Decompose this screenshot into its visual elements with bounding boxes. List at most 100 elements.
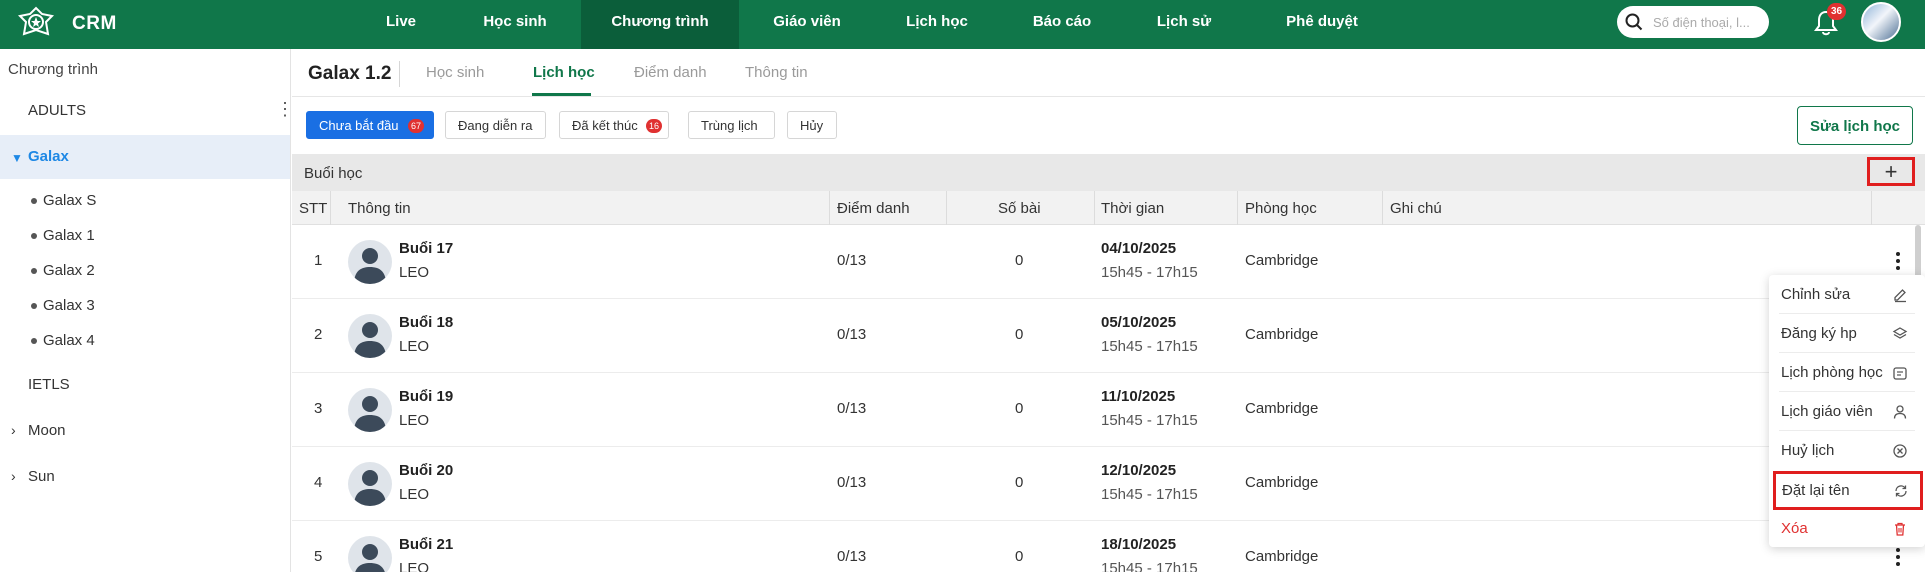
session-title[interactable]: Buổi 21 bbox=[399, 536, 453, 553]
table-row[interactable]: 5 Buổi 21 LEO 0/13 0 18/10/2025 15h45 - … bbox=[292, 521, 1925, 572]
pencil-icon bbox=[1894, 289, 1906, 303]
column-divider bbox=[829, 191, 830, 225]
edit-schedule-button[interactable]: Sửa lịch học bbox=[1797, 106, 1913, 145]
search-icon bbox=[1625, 13, 1643, 31]
column-header: Thời gian bbox=[1101, 200, 1165, 217]
session-title[interactable]: Buổi 18 bbox=[399, 314, 453, 331]
filter-finished[interactable]: Đã kết thúc 16 bbox=[559, 111, 669, 139]
class-title: Galax 1.2 bbox=[308, 63, 392, 84]
teacher-name: LEO bbox=[399, 338, 430, 355]
menu-item-teacher-schedule[interactable]: Lịch giáo viên bbox=[1769, 392, 1919, 431]
user-icon bbox=[1893, 405, 1907, 419]
sidebar-subitem-label: Galax 3 bbox=[43, 297, 95, 314]
menu-item-room-schedule[interactable]: Lịch phòng học bbox=[1769, 353, 1919, 392]
menu-item-edit[interactable]: Chỉnh sửa bbox=[1769, 275, 1919, 314]
table-row[interactable]: 4 Buổi 20 LEO 0/13 0 12/10/2025 15h45 - … bbox=[292, 447, 1925, 521]
tab-attendance[interactable]: Điểm danh bbox=[634, 64, 707, 81]
filter-in-progress[interactable]: Đang diễn ra bbox=[445, 111, 546, 139]
sidebar-item-adults[interactable]: ADULTS ⋮ bbox=[0, 89, 294, 133]
session-date: 05/10/2025 bbox=[1101, 314, 1177, 331]
filter-label: Chưa bắt đầu bbox=[319, 118, 399, 133]
row-more-icon[interactable] bbox=[1892, 251, 1904, 271]
sidebar-item-label: Moon bbox=[28, 422, 66, 439]
filter-not-started[interactable]: Chưa bắt đầu 67 bbox=[306, 111, 434, 139]
button-label: Sửa lịch học bbox=[1809, 118, 1901, 135]
menu-item-rename[interactable]: Đặt lại tên bbox=[1773, 471, 1923, 510]
session-time: 15h45 - 17h15 bbox=[1101, 412, 1198, 429]
sidebar-item-label: Galax bbox=[28, 148, 69, 165]
sidebar-subitem-label: Galax 1 bbox=[43, 227, 95, 244]
sidebar-item-moon[interactable]: › Moon bbox=[0, 409, 290, 453]
nav-approval[interactable]: Phê duyệt bbox=[1270, 0, 1374, 49]
session-time: 15h45 - 17h15 bbox=[1101, 560, 1198, 572]
session-title[interactable]: Buổi 17 bbox=[399, 240, 453, 257]
sessions-section-header: Buổi học + bbox=[292, 154, 1925, 191]
lesson-count: 0 bbox=[1015, 474, 1024, 491]
sidebar-item-galax[interactable]: ▼ Galax bbox=[0, 135, 290, 179]
attendance-value: 0/13 bbox=[837, 548, 867, 565]
row-index: 5 bbox=[314, 548, 323, 565]
chevron-down-icon: ▼ bbox=[11, 151, 23, 165]
bullet-icon bbox=[31, 268, 37, 274]
attendance-value: 0/13 bbox=[837, 474, 867, 491]
nav-live[interactable]: Live bbox=[365, 0, 437, 49]
teacher-avatar bbox=[348, 462, 392, 506]
search-input[interactable] bbox=[1653, 12, 1763, 32]
logo-icon[interactable] bbox=[16, 4, 56, 44]
sidebar-title: Chương trình bbox=[8, 61, 98, 78]
table-row[interactable]: 2 Buổi 18 LEO 0/13 0 05/10/2025 15h45 - … bbox=[292, 299, 1925, 373]
count-badge: 16 bbox=[646, 119, 663, 133]
teacher-avatar bbox=[348, 388, 392, 432]
menu-item-cancel-schedule[interactable]: Huỷ lịch bbox=[1769, 431, 1919, 470]
program-sidebar: Chương trình ADULTS ⋮ ▼ Galax Galax S Ga… bbox=[0, 49, 294, 572]
menu-item-label: Đăng ký hp bbox=[1781, 325, 1857, 342]
tab-students[interactable]: Học sinh bbox=[426, 64, 484, 81]
table-row[interactable]: 1 Buổi 17 LEO 0/13 0 04/10/2025 15h45 - … bbox=[292, 225, 1925, 299]
column-divider bbox=[946, 191, 947, 225]
session-date: 12/10/2025 bbox=[1101, 462, 1177, 479]
sidebar-subitem-label: Galax S bbox=[43, 192, 97, 209]
nav-schedule[interactable]: Lịch học bbox=[893, 0, 981, 49]
lesson-count: 0 bbox=[1015, 326, 1024, 343]
bullet-icon bbox=[31, 233, 37, 239]
session-date: 18/10/2025 bbox=[1101, 536, 1177, 553]
column-divider bbox=[1237, 191, 1238, 225]
add-session-button[interactable]: + bbox=[1867, 157, 1915, 186]
session-time: 15h45 - 17h15 bbox=[1101, 338, 1198, 355]
calendar-list-icon bbox=[1893, 367, 1907, 380]
menu-item-label: Đặt lại tên bbox=[1782, 482, 1850, 499]
attendance-value: 0/13 bbox=[837, 326, 867, 343]
tab-schedule[interactable]: Lịch học bbox=[533, 64, 595, 81]
room-name: Cambridge bbox=[1245, 252, 1319, 269]
nav-reports[interactable]: Báo cáo bbox=[1022, 0, 1102, 49]
nav-teachers[interactable]: Giáo viên bbox=[760, 0, 854, 49]
table-row[interactable]: 3 Buổi 19 LEO 0/13 0 11/10/2025 15h45 - … bbox=[292, 373, 1925, 447]
row-index: 2 bbox=[314, 326, 323, 343]
session-title[interactable]: Buổi 20 bbox=[399, 462, 453, 479]
nav-history[interactable]: Lịch sử bbox=[1145, 0, 1223, 49]
refresh-icon bbox=[1895, 485, 1907, 497]
column-divider bbox=[330, 191, 331, 225]
menu-item-label: Lịch giáo viên bbox=[1781, 403, 1873, 420]
column-header: STT bbox=[299, 200, 328, 217]
row-more-icon[interactable] bbox=[1892, 547, 1904, 567]
divider bbox=[399, 61, 400, 87]
filter-label: Đang diễn ra bbox=[458, 118, 533, 133]
session-title[interactable]: Buổi 19 bbox=[399, 388, 453, 405]
sidebar-subitem-label: Galax 2 bbox=[43, 262, 95, 279]
menu-item-delete[interactable]: Xóa bbox=[1769, 509, 1919, 548]
row-index: 3 bbox=[314, 400, 323, 417]
nav-students[interactable]: Học sinh bbox=[468, 0, 562, 49]
filter-cancelled[interactable]: Hủy bbox=[787, 111, 837, 139]
divider bbox=[292, 96, 1925, 97]
bullet-icon bbox=[31, 198, 37, 204]
teacher-avatar bbox=[348, 314, 392, 358]
tab-info[interactable]: Thông tin bbox=[745, 64, 808, 81]
menu-item-register[interactable]: Đăng ký hp bbox=[1769, 314, 1919, 353]
nav-programs[interactable]: Chương trình bbox=[581, 0, 739, 49]
sidebar-item-label: ADULTS bbox=[28, 102, 87, 119]
user-avatar[interactable] bbox=[1861, 2, 1901, 42]
sidebar-item-sun[interactable]: › Sun bbox=[0, 455, 290, 499]
sidebar-item-ielts[interactable]: IETLS bbox=[0, 363, 290, 407]
filter-conflict[interactable]: Trùng lịch bbox=[688, 111, 775, 139]
